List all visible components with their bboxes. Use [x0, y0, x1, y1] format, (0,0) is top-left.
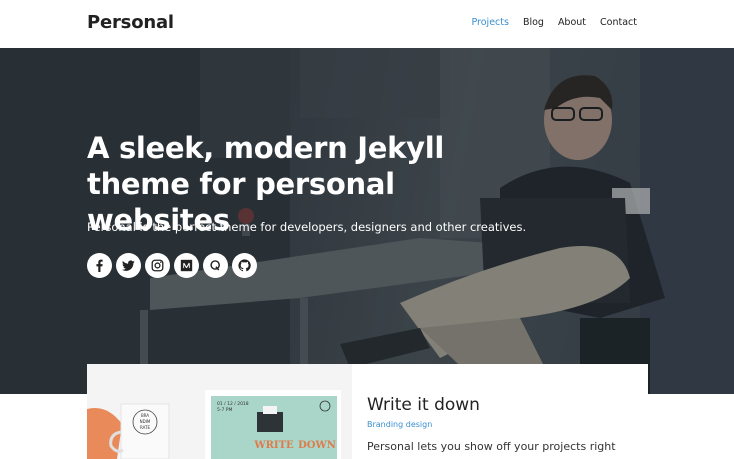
medium-icon[interactable] — [174, 253, 199, 278]
svg-text:NDIM: NDIM — [140, 419, 151, 424]
nav-contact[interactable]: Contact — [600, 17, 637, 28]
project-title[interactable]: Write it down — [367, 395, 480, 415]
hero-section: A sleek, modern Jekyll theme for persona… — [0, 48, 734, 394]
main-nav: Projects Blog About Contact — [471, 17, 637, 28]
project-info: Write it down Branding design Personal l… — [352, 379, 632, 459]
svg-text:5-7 PM: 5-7 PM — [217, 407, 232, 413]
project-card[interactable]: BRA NDIM RATE 01 / 12 / 2018 5-7 PM WRIT… — [87, 364, 648, 459]
svg-text:BRA: BRA — [141, 413, 149, 418]
facebook-icon[interactable] — [87, 253, 112, 278]
instagram-icon[interactable] — [145, 253, 170, 278]
nav-blog[interactable]: Blog — [523, 17, 544, 28]
brand-logo[interactable]: Personal — [87, 12, 174, 33]
project-image: BRA NDIM RATE 01 / 12 / 2018 5-7 PM WRIT… — [87, 364, 352, 459]
hero-subtitle: Personal is the perfect theme for develo… — [87, 220, 527, 234]
project-category[interactable]: Branding design — [367, 420, 432, 429]
svg-text:01 / 12 / 2018: 01 / 12 / 2018 — [217, 401, 249, 407]
svg-text:WRITE: WRITE — [253, 440, 294, 451]
twitter-icon[interactable] — [116, 253, 141, 278]
site-header: Personal Projects Blog About Contact — [0, 0, 734, 48]
github-icon[interactable] — [232, 253, 257, 278]
nav-projects[interactable]: Projects — [471, 17, 508, 28]
social-links — [87, 253, 257, 278]
nav-about[interactable]: About — [558, 17, 586, 28]
quora-icon[interactable] — [203, 253, 228, 278]
svg-text:RATE: RATE — [140, 425, 150, 430]
svg-text:DOWN: DOWN — [298, 440, 336, 451]
project-description: Personal lets you show off your projects… — [367, 440, 616, 453]
